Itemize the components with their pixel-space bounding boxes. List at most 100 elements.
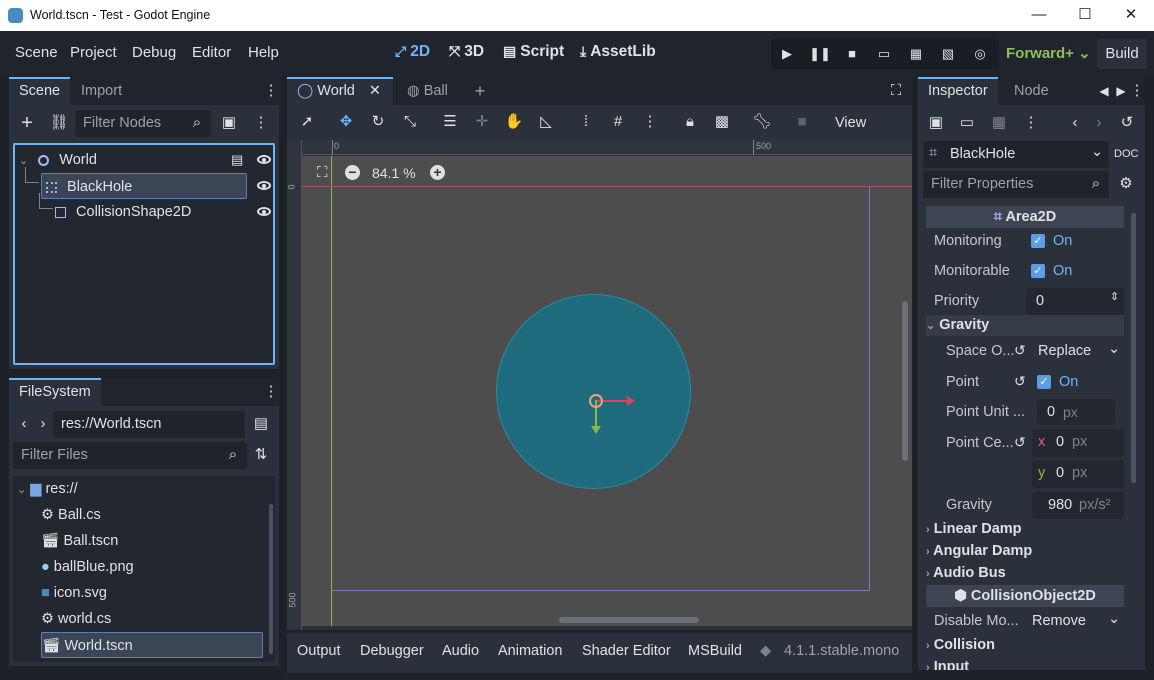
tree-node-collisionshape2d[interactable]: CollisionShape2D — [55, 199, 255, 225]
remote-debug-icon[interactable]: ▭ — [868, 39, 900, 69]
menu-project[interactable]: Project — [70, 44, 117, 61]
gravity-field[interactable]: 980 px/s² — [1032, 492, 1124, 519]
bone-icon[interactable]: 🦴︎ — [750, 110, 774, 134]
point-checkbox[interactable]: ✓ On — [1037, 374, 1078, 390]
build-button[interactable]: Build — [1097, 39, 1147, 69]
close-icon[interactable]: ✕ — [369, 83, 381, 99]
space-override-select[interactable]: Replace — [1038, 343, 1091, 359]
tab-msbuild[interactable]: MSBuild — [688, 643, 742, 659]
tab-animation[interactable]: Animation — [498, 643, 562, 659]
close-button[interactable]: ✕ — [1108, 0, 1154, 31]
point-unit-distance-field[interactable]: 0 px — [1037, 399, 1115, 425]
canvas-2d[interactable]: ⛶ − 84.1 % + — [302, 156, 912, 626]
section-collision[interactable]: › Collision — [926, 635, 1124, 656]
tab-filesystem[interactable]: FileSystem — [9, 378, 101, 406]
horizontal-scrollbar[interactable] — [559, 617, 699, 623]
tab-scene[interactable]: Scene — [9, 77, 71, 105]
node-selector[interactable]: ⌗ BlackHole ⌄ — [923, 141, 1109, 168]
menu-editor[interactable]: Editor — [192, 44, 231, 61]
smart-snap-icon[interactable]: ⁞ — [574, 110, 598, 134]
view-menu[interactable]: View — [835, 115, 866, 131]
maximize-button[interactable]: ☐ — [1062, 0, 1108, 31]
scrollbar[interactable] — [269, 504, 273, 654]
filter-options-icon[interactable]: ⚙ — [1114, 172, 1138, 196]
section-angular-damp[interactable]: › Angular Damp — [926, 541, 1124, 562]
mode-assetlib-button[interactable]: ⤓ AssetLib — [580, 43, 656, 61]
section-audio-bus[interactable]: › Audio Bus — [926, 563, 1124, 584]
history-forward-icon[interactable]: › — [1087, 111, 1111, 135]
dock-menu-icon[interactable]: ⋮ — [1125, 79, 1149, 103]
tree-node-world[interactable]: ⌄ World ▤ — [19, 147, 271, 173]
visibility-eye-icon[interactable] — [257, 181, 271, 190]
center-view-icon[interactable]: ⛶ — [317, 164, 328, 181]
revert-icon[interactable]: ↺ — [1014, 342, 1026, 359]
ruler-tool-icon[interactable]: ◺ — [534, 110, 558, 134]
dock-menu-icon[interactable]: ⋮ — [259, 79, 283, 103]
tab-output[interactable]: Output — [297, 643, 341, 659]
add-node-icon[interactable]: + — [15, 111, 39, 135]
collision-circle-shape[interactable] — [496, 294, 691, 489]
zoom-out-icon[interactable]: − — [345, 165, 360, 180]
renderer-select[interactable]: Forward+ ⌄ — [1006, 44, 1091, 62]
pivot-icon[interactable]: ✛ — [470, 110, 494, 134]
tab-ball[interactable]: ◍ Ball — [397, 77, 458, 105]
layout-toggle-icon[interactable]: ▤ — [249, 412, 273, 436]
zoom-in-icon[interactable]: + — [430, 165, 445, 180]
inspector-scrollbar[interactable] — [1131, 213, 1136, 483]
link-icon[interactable]: ⛓ — [47, 111, 71, 135]
visibility-eye-icon[interactable] — [257, 155, 271, 164]
play-icon[interactable]: ▶ — [771, 39, 803, 69]
file-item[interactable]: ⚙ Ball.cs — [41, 502, 101, 528]
stop-icon[interactable]: ■ — [836, 39, 868, 69]
zoom-level[interactable]: 84.1 % — [372, 165, 416, 181]
point-center-x-field[interactable]: x 0 px — [1032, 429, 1124, 457]
filter-properties-input[interactable]: Filter Properties — [923, 171, 1109, 198]
distraction-free-icon[interactable]: ⛶ — [884, 79, 908, 103]
scene-menu-icon[interactable]: ⋮ — [249, 111, 273, 135]
forward-icon[interactable]: › — [31, 412, 55, 436]
folder-res[interactable]: ⌄ ▆ res:// — [17, 476, 78, 502]
new-resource-icon[interactable]: ▣ — [924, 111, 948, 135]
play-custom-icon[interactable]: ▧ — [932, 39, 964, 69]
add-tab-icon[interactable]: + — [468, 79, 492, 103]
dock-menu-icon[interactable]: ⋮ — [259, 380, 283, 404]
section-input[interactable]: › Input — [926, 657, 1124, 670]
tab-import[interactable]: Import — [71, 77, 132, 105]
camera-icon[interactable]: ■ — [790, 110, 814, 134]
visibility-eye-icon[interactable] — [257, 207, 271, 216]
list-select-icon[interactable]: ☰ — [438, 110, 462, 134]
file-item[interactable]: ⚙ world.cs — [41, 606, 111, 632]
inspector-menu-icon[interactable]: ⋮ — [1019, 111, 1043, 135]
history-back-icon[interactable]: ‹ — [1063, 111, 1087, 135]
movie-maker-icon[interactable]: ◎ — [964, 39, 996, 69]
sort-icon[interactable]: ⇅ — [249, 443, 273, 467]
filter-files-input[interactable]: Filter Files — [13, 442, 247, 469]
menu-scene[interactable]: Scene — [15, 44, 58, 61]
snap-options-icon[interactable]: ⋮ — [638, 110, 662, 134]
section-gravity[interactable]: ⌄ Gravity — [926, 315, 1124, 336]
priority-spinbox[interactable]: 0 ⇕ — [1026, 288, 1124, 315]
mode-script-button[interactable]: ▤ Script — [503, 43, 564, 61]
play-scene-icon[interactable]: ▦ — [900, 39, 932, 69]
revert-icon[interactable]: ↺ — [1014, 373, 1026, 390]
mode-3d-button[interactable]: ⤧ 3D — [449, 43, 484, 61]
section-linear-damp[interactable]: › Linear Damp — [926, 519, 1124, 540]
disable-mode-select[interactable]: Remove — [1032, 613, 1086, 629]
tab-shader-editor[interactable]: Shader Editor — [582, 643, 671, 659]
menu-help[interactable]: Help — [248, 44, 279, 61]
add-script-icon[interactable]: ▣ — [217, 111, 241, 135]
move-tool-icon[interactable]: ✥ — [334, 110, 358, 134]
file-item-selected[interactable]: 🎬︎ World.tscn — [41, 632, 263, 658]
history-icon[interactable]: ↺ — [1115, 111, 1139, 135]
tab-audio[interactable]: Audio — [442, 643, 479, 659]
tab-world[interactable]: ◯ World ✕ — [287, 77, 393, 105]
menu-debug[interactable]: Debug — [132, 44, 176, 61]
pan-tool-icon[interactable]: ✋ — [502, 110, 526, 134]
monitoring-checkbox[interactable]: ✓ On — [1031, 233, 1072, 249]
pause-icon[interactable]: ❚❚ — [804, 39, 836, 69]
lock-icon[interactable]: 🔒︎ — [678, 110, 702, 134]
open-folder-icon[interactable]: ▭ — [955, 111, 979, 135]
file-item[interactable]: ● ballBlue.png — [41, 554, 134, 580]
revert-icon[interactable]: ↺ — [1014, 434, 1026, 451]
minimize-button[interactable]: — — [1016, 0, 1062, 31]
